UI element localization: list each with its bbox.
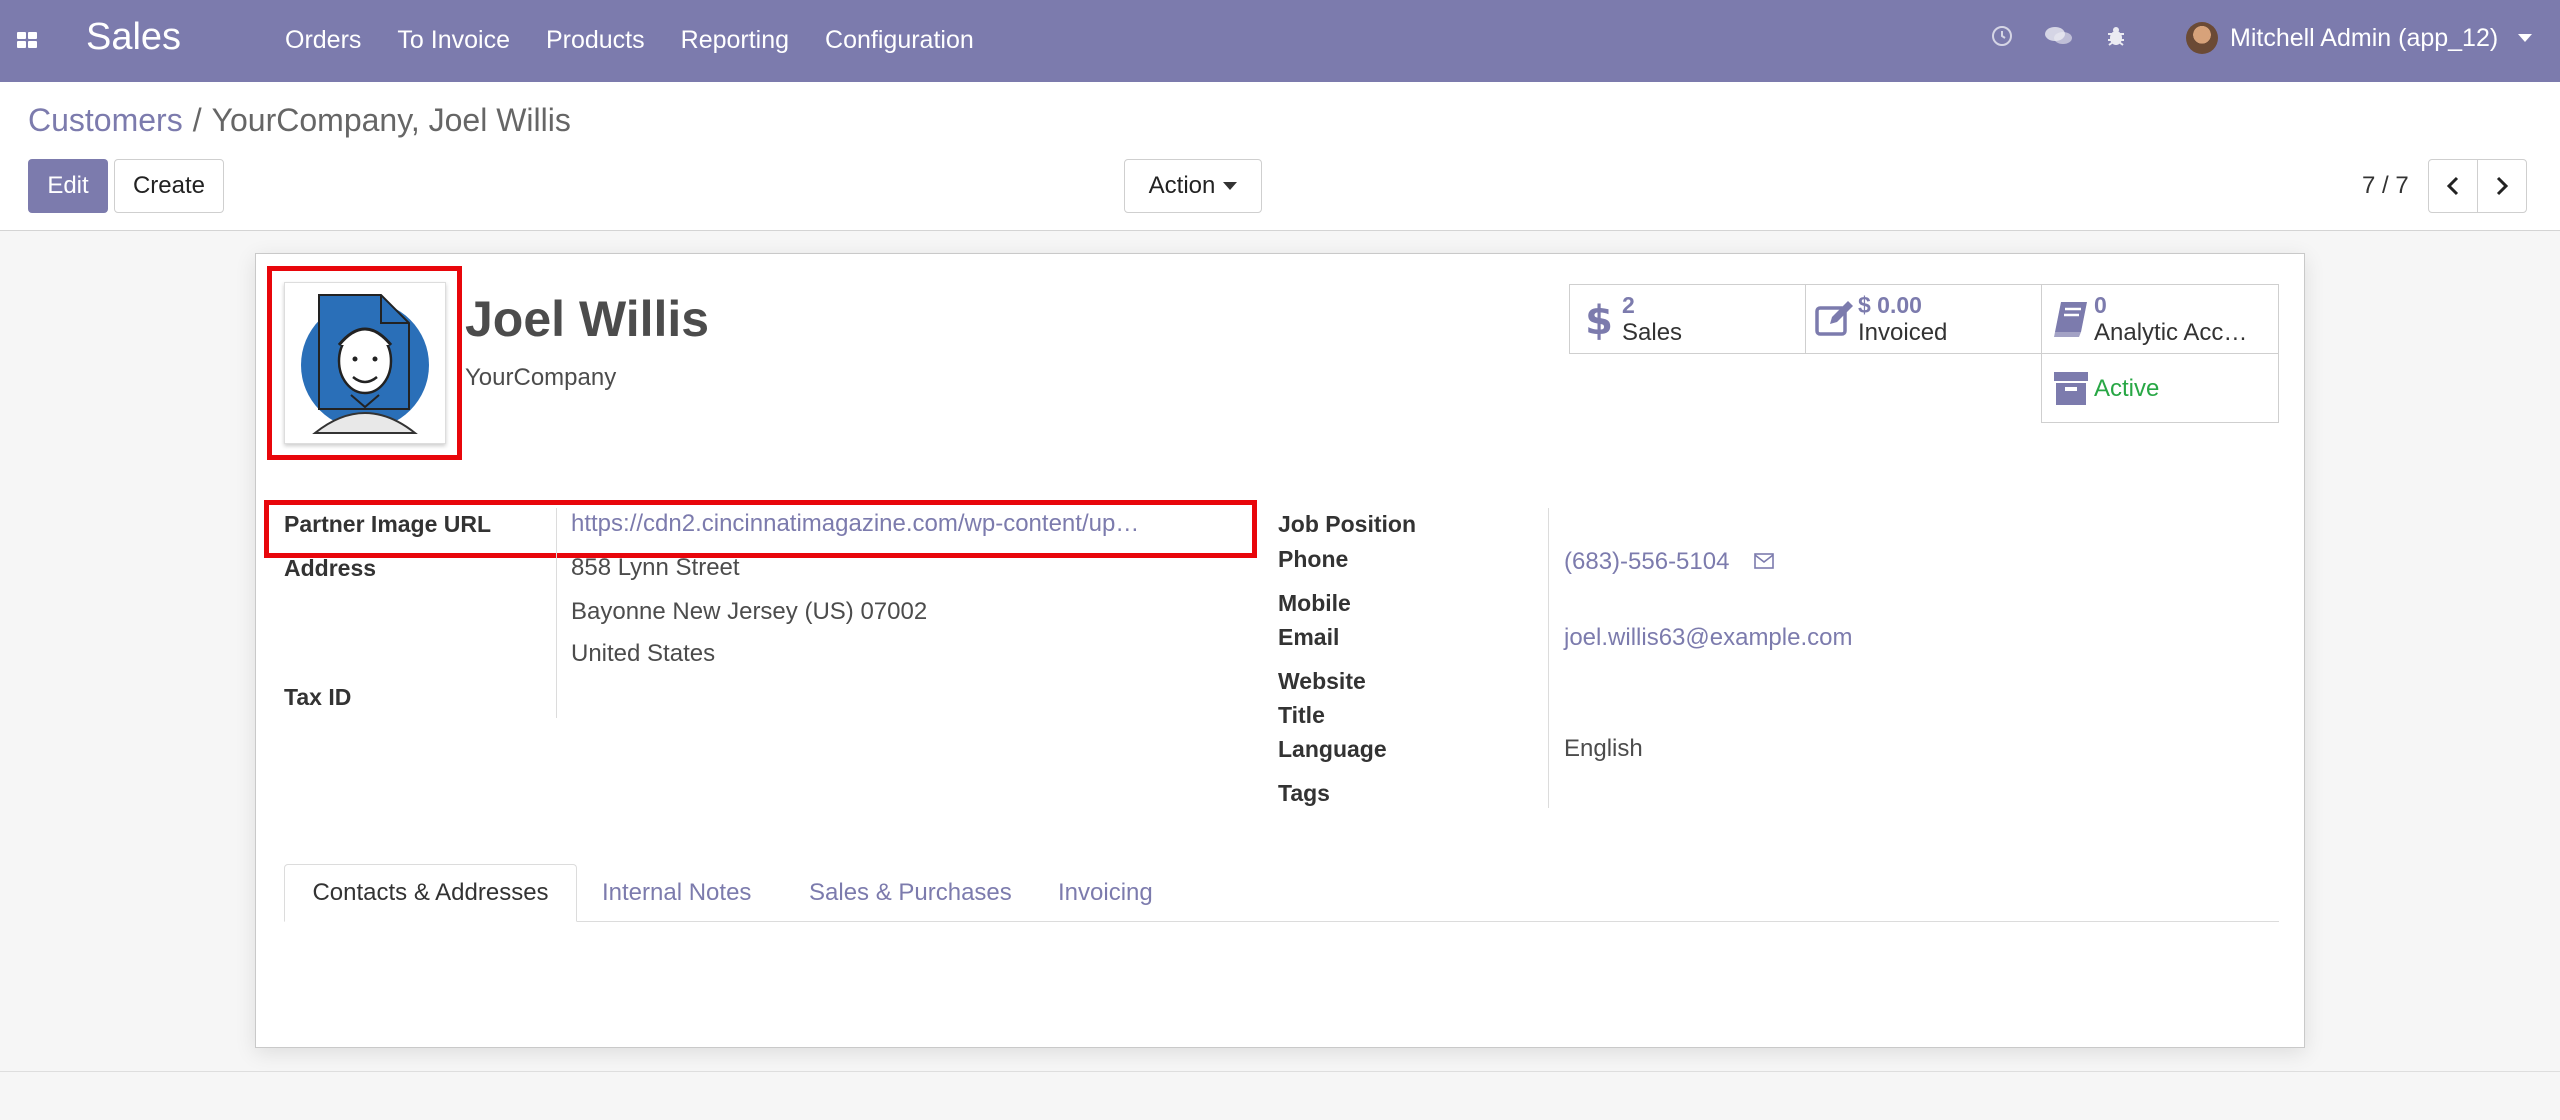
top-navbar: Sales Orders To Invoice Products Reporti… bbox=[0, 0, 2560, 82]
tab-contacts-addresses[interactable]: Contacts & Addresses bbox=[284, 864, 577, 922]
create-button[interactable]: Create bbox=[114, 159, 224, 213]
bug-icon[interactable] bbox=[2104, 24, 2128, 55]
user-name: Mitchell Admin (app_12) bbox=[2230, 23, 2499, 52]
sales-smart-button[interactable]: $ 2 Sales bbox=[1569, 284, 1806, 354]
address-city-line: Bayonne New Jersey (US) 07002 bbox=[571, 598, 928, 625]
menu-products[interactable]: Products bbox=[546, 26, 645, 55]
tags-label: Tags bbox=[1278, 780, 1330, 806]
pencil-square-icon bbox=[1806, 300, 1858, 338]
partner-name: Joel Willis bbox=[465, 291, 710, 347]
language-label: Language bbox=[1278, 736, 1387, 762]
tax-id-label: Tax ID bbox=[284, 684, 352, 710]
action-label: Action bbox=[1148, 172, 1216, 199]
invoiced-label: Invoiced bbox=[1858, 319, 1948, 346]
phone-value[interactable]: (683)-556-5104 bbox=[1564, 548, 1774, 576]
active-label: Active bbox=[2094, 374, 2160, 402]
edit-button[interactable]: Edit bbox=[28, 159, 108, 213]
right-group-divider bbox=[1548, 508, 1549, 808]
analytic-label: Analytic Acc… bbox=[2094, 319, 2248, 346]
menu-configuration[interactable]: Configuration bbox=[825, 26, 974, 55]
avatar-highlight-box bbox=[267, 266, 462, 460]
control-panel: Customers / YourCompany, Joel Willis Edit … bbox=[0, 82, 2560, 231]
active-toggle-button[interactable]: Active bbox=[2041, 353, 2279, 423]
clock-icon[interactable] bbox=[1990, 24, 2014, 55]
left-group-divider bbox=[556, 508, 557, 718]
archive-icon bbox=[2042, 369, 2094, 407]
menu-reporting[interactable]: Reporting bbox=[681, 26, 789, 55]
notebook-tabs: Contacts & Addresses Internal Notes Sale… bbox=[284, 864, 2279, 922]
chevron-down-icon bbox=[1223, 182, 1238, 190]
chevron-left-icon bbox=[2446, 176, 2459, 196]
breadcrumb-separator: / bbox=[192, 102, 202, 138]
sales-label: Sales bbox=[1622, 319, 1683, 346]
pager-value[interactable]: 7 / 7 bbox=[2362, 172, 2409, 200]
pager-next-button[interactable] bbox=[2477, 159, 2527, 213]
image-url-highlight-box bbox=[264, 500, 1257, 558]
email-label: Email bbox=[1278, 624, 1340, 650]
analytic-count: 0 bbox=[2094, 292, 2107, 318]
user-avatar bbox=[2186, 22, 2218, 54]
menu-orders[interactable]: Orders bbox=[285, 26, 361, 55]
phone-number[interactable]: (683)-556-5104 bbox=[1564, 548, 1729, 575]
chatter-divider bbox=[0, 1071, 2560, 1072]
address-country: United States bbox=[571, 640, 716, 667]
form-sheet: Joel Willis YourCompany $ 2 Sales $ 0.00 I… bbox=[255, 253, 2305, 1048]
title-label: Title bbox=[1278, 702, 1325, 728]
language-value: English bbox=[1564, 735, 1643, 762]
analytic-accounts-smart-button[interactable]: 0 Analytic Acc… bbox=[2041, 284, 2279, 354]
pager-previous-button[interactable] bbox=[2428, 159, 2478, 213]
tab-sales-purchases[interactable]: Sales & Purchases bbox=[809, 864, 1012, 922]
action-dropdown[interactable]: Action bbox=[1124, 159, 1262, 213]
chevron-down-icon bbox=[2518, 34, 2533, 42]
sales-count: 2 bbox=[1622, 292, 1635, 318]
envelope-icon[interactable] bbox=[1754, 548, 1774, 575]
app-title[interactable]: Sales bbox=[86, 16, 181, 59]
email-value[interactable]: joel.willis63@example.com bbox=[1564, 624, 1852, 652]
user-menu[interactable]: Mitchell Admin (app_12) bbox=[2186, 22, 2533, 54]
invoiced-amount: $ 0.00 bbox=[1858, 292, 1922, 318]
breadcrumb-customers[interactable]: Customers bbox=[28, 102, 183, 138]
book-icon bbox=[2042, 300, 2094, 338]
mobile-label: Mobile bbox=[1278, 590, 1351, 616]
svg-text:$: $ bbox=[1585, 298, 1613, 340]
chevron-right-icon bbox=[2496, 176, 2509, 196]
dollar-icon: $ bbox=[1570, 298, 1622, 340]
job-position-label: Job Position bbox=[1278, 511, 1416, 537]
address-street: 858 Lynn Street bbox=[571, 554, 740, 581]
main-menu: Orders To Invoice Products Reporting Con… bbox=[285, 26, 974, 55]
website-label: Website bbox=[1278, 668, 1366, 694]
apps-menu-icon[interactable] bbox=[17, 32, 39, 50]
chat-icon[interactable] bbox=[2044, 24, 2074, 55]
breadcrumb: Customers / YourCompany, Joel Willis bbox=[28, 102, 571, 139]
partner-company[interactable]: YourCompany bbox=[465, 364, 616, 392]
breadcrumb-current: YourCompany, Joel Willis bbox=[211, 102, 571, 138]
phone-label: Phone bbox=[1278, 546, 1349, 572]
invoiced-smart-button[interactable]: $ 0.00 Invoiced bbox=[1805, 284, 2042, 354]
tab-invoicing[interactable]: Invoicing bbox=[1058, 864, 1153, 922]
menu-to-invoice[interactable]: To Invoice bbox=[397, 26, 510, 55]
address-label: Address bbox=[284, 555, 377, 581]
tab-internal-notes[interactable]: Internal Notes bbox=[602, 864, 751, 922]
systray bbox=[1990, 24, 2128, 55]
